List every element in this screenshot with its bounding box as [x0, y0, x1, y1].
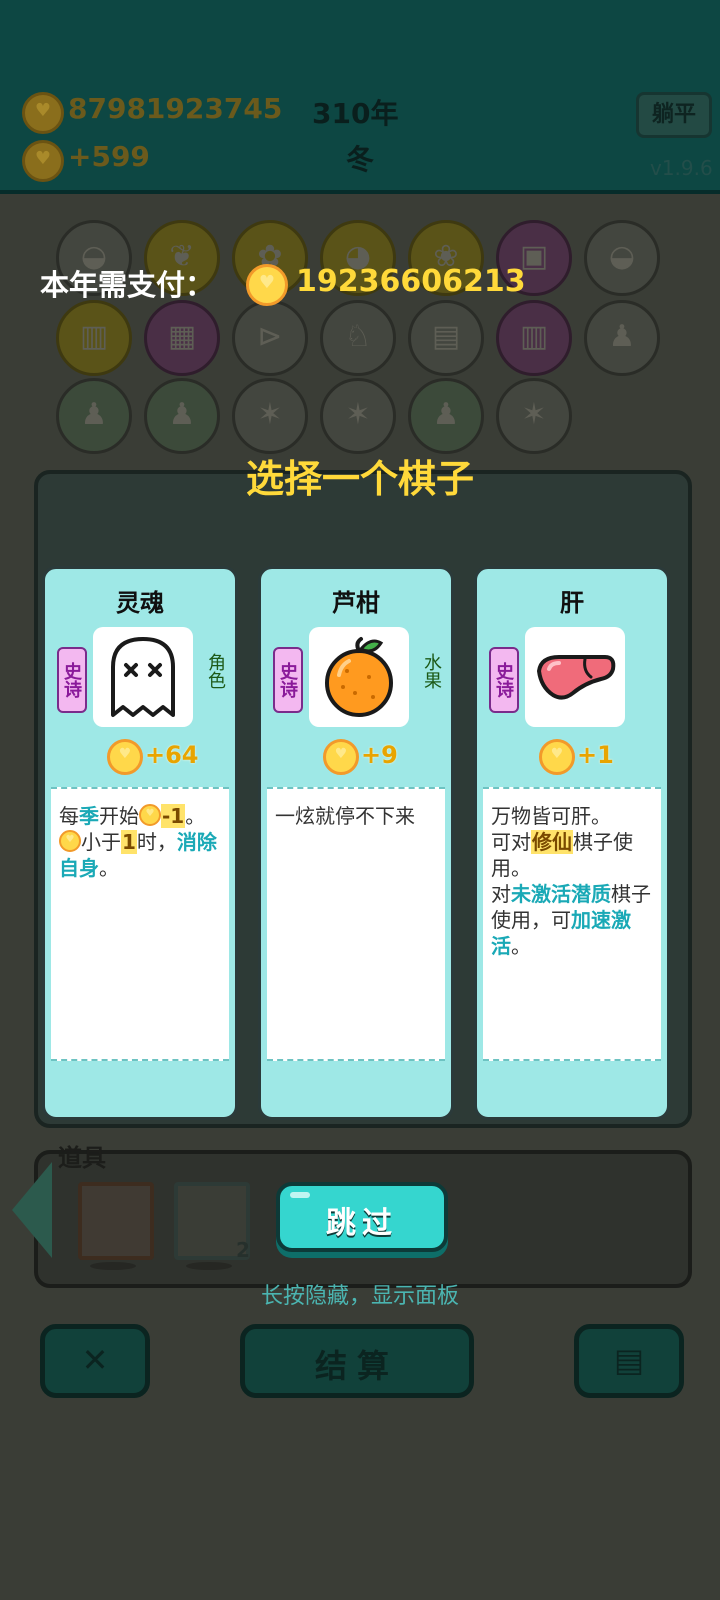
piece-trash-bag: ♟ [56, 378, 132, 454]
skip-button[interactable]: 跳过 [276, 1182, 448, 1252]
rarity-badge: 史诗 [57, 647, 87, 713]
card-description: 每季开始-1。小于1时，消除自身。 [59, 803, 225, 881]
prop-shadow [90, 1262, 136, 1270]
coin-income: +599 [68, 140, 150, 173]
tangerine-icon [309, 627, 409, 727]
card-name: 肝 [560, 589, 584, 617]
card-gain: +9 [361, 741, 398, 769]
props-title: 道具 [58, 1144, 106, 1172]
piece-trash-bag: ♟ [408, 378, 484, 454]
version-label: v1.9.6 [650, 156, 713, 180]
lie-flat-button[interactable]: 躺平 [636, 92, 712, 138]
piece-star-plant: ✶ [496, 378, 572, 454]
briefcase-button[interactable]: ▤ [574, 1324, 684, 1398]
piece-star-plant: ✶ [320, 378, 396, 454]
card-category: 角色 [205, 653, 226, 689]
hide-hint: 长按隐藏，显示面板 [260, 1284, 459, 1309]
coin-icon [59, 830, 81, 852]
prop-item-bag[interactable] [78, 1182, 154, 1260]
piece-star-plant: ✶ [232, 378, 308, 454]
piece-trash-bag: ♟ [144, 378, 220, 454]
coin-icon [539, 739, 575, 775]
settle-button[interactable]: 结算 [240, 1324, 474, 1398]
arrow-left-icon[interactable] [12, 1162, 52, 1258]
card-description-area: 每季开始-1。小于1时，消除自身。 [51, 787, 229, 1061]
coin-total: 87981923745 [68, 92, 283, 125]
top-status-bar: 87981923745 +599 310年 冬 躺平 v1.9.6 [0, 0, 720, 194]
card-description-area: 一炫就停不下来 [267, 787, 445, 1061]
piece-rabbit: ♘ [320, 300, 396, 376]
skip-label: 跳过 [326, 1206, 398, 1241]
piece-trash-bag: ♟ [584, 300, 660, 376]
coin-icon [246, 264, 288, 306]
card-category: 水果 [421, 653, 442, 689]
rarity-badge: 史诗 [273, 647, 303, 713]
piece-rice-bowl: ◒ [584, 220, 660, 296]
choose-title: 选择一个棋子 [245, 457, 474, 501]
card-name: 灵魂 [116, 589, 164, 617]
piece-calendar: ▦ [144, 300, 220, 376]
close-icon: ✕ [81, 1341, 109, 1379]
card-tangerine[interactable]: 芦柑 史诗 水果 +9 一炫就停不下来 [258, 566, 454, 1120]
prop-shadow [186, 1262, 232, 1270]
season-label: 冬 [346, 143, 375, 176]
card-description-area: 万物皆可肝。 可对修仙棋子使用。 对未激活潜质棋子使用，可加速激活。 [483, 787, 661, 1061]
ghost-icon [93, 627, 193, 727]
coin-icon [323, 739, 359, 775]
prop-count: 2 [236, 1238, 250, 1262]
briefcase-icon: ▤ [613, 1341, 645, 1379]
piece-fries-box: ▥ [496, 300, 572, 376]
coin-icon [107, 739, 143, 775]
pay-label: 本年需支付： [40, 268, 215, 302]
settle-label: 结算 [314, 1347, 399, 1385]
rarity-badge: 史诗 [489, 647, 519, 713]
piece-skip: ⊳ [232, 300, 308, 376]
coin-icon [22, 140, 64, 182]
piece-egg-tray: ▤ [408, 300, 484, 376]
liver-icon [525, 627, 625, 727]
pay-amount: 19236606213 [296, 264, 526, 299]
card-soul[interactable]: 灵魂 史诗 角色 +64 每季开始-1。小于1时，消除自身。 [42, 566, 238, 1120]
card-gain: +64 [145, 741, 199, 769]
card-liver[interactable]: 肝 史诗 +1 万物皆可肝。可对修仙棋子使用。对未激活潜质棋子使用，可加速激活。 [474, 566, 670, 1120]
year-label: 310年 [312, 97, 399, 130]
card-gain: +1 [577, 741, 614, 769]
card-name: 芦柑 [332, 589, 380, 617]
coin-icon [22, 92, 64, 134]
piece-fries: ▥ [56, 300, 132, 376]
delete-button[interactable]: ✕ [40, 1324, 150, 1398]
card-description: 万物皆可肝。 可对修仙棋子使用。 对未激活潜质棋子使用，可加速激活。 [491, 804, 651, 958]
coin-icon [139, 804, 161, 826]
card-description: 一炫就停不下来 [275, 804, 415, 828]
